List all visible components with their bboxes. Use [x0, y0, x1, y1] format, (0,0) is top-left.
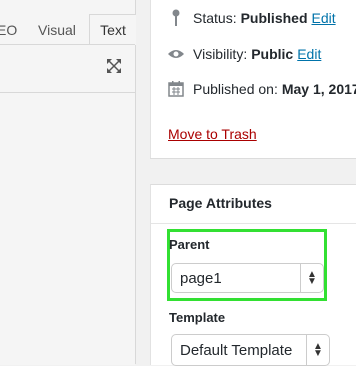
- template-select[interactable]: Default Template ▲ ▼: [171, 334, 330, 366]
- tab-divider: [0, 44, 135, 45]
- editor-tabs: EO Visual Text: [0, 0, 136, 64]
- status-value: Published: [240, 10, 308, 26]
- published-row: Published on: May 1, 2017: [167, 79, 356, 99]
- tab-text[interactable]: Text: [89, 14, 136, 45]
- calendar-icon: [167, 80, 185, 98]
- pin-icon: [167, 9, 185, 27]
- template-label: Template: [169, 310, 226, 325]
- editor-panel: EO Visual Text: [0, 0, 136, 365]
- published-label: Published on:: [193, 81, 278, 97]
- template-select-value: Default Template: [180, 341, 293, 359]
- eye-icon: [167, 45, 185, 63]
- parent-select[interactable]: page1 ▲ ▼: [171, 263, 324, 293]
- status-edit-link[interactable]: Edit: [312, 10, 336, 26]
- fullscreen-icon[interactable]: [106, 58, 122, 74]
- visibility-row: Visibility: Public Edit: [167, 44, 321, 64]
- page-attributes-box: Page Attributes Parent page1 ▲ ▼ Template…: [150, 184, 356, 366]
- status-row: Status: Published Edit: [167, 8, 336, 28]
- divider: [151, 223, 356, 224]
- parent-select-value: page1: [180, 269, 222, 287]
- tab-seo[interactable]: EO: [0, 22, 17, 38]
- select-arrows-icon: ▲ ▼: [306, 335, 329, 365]
- sidebar: Status: Published Edit Visibility: Publi…: [150, 0, 356, 366]
- parent-label: Parent: [169, 237, 210, 252]
- visibility-value: Public: [251, 46, 294, 62]
- visibility-edit-link[interactable]: Edit: [297, 46, 321, 62]
- visibility-label: Visibility:: [193, 46, 248, 62]
- page-attributes-title: Page Attributes: [169, 195, 272, 211]
- move-to-trash-link[interactable]: Move to Trash: [168, 126, 257, 142]
- status-label: Status:: [193, 10, 237, 26]
- publish-box: Status: Published Edit Visibility: Publi…: [150, 0, 356, 158]
- published-value: May 1, 2017: [281, 81, 356, 97]
- box-gap: [150, 158, 356, 185]
- select-arrows-icon: ▲ ▼: [300, 264, 323, 292]
- editor-content[interactable]: [0, 92, 135, 365]
- tab-visual[interactable]: Visual: [38, 22, 76, 38]
